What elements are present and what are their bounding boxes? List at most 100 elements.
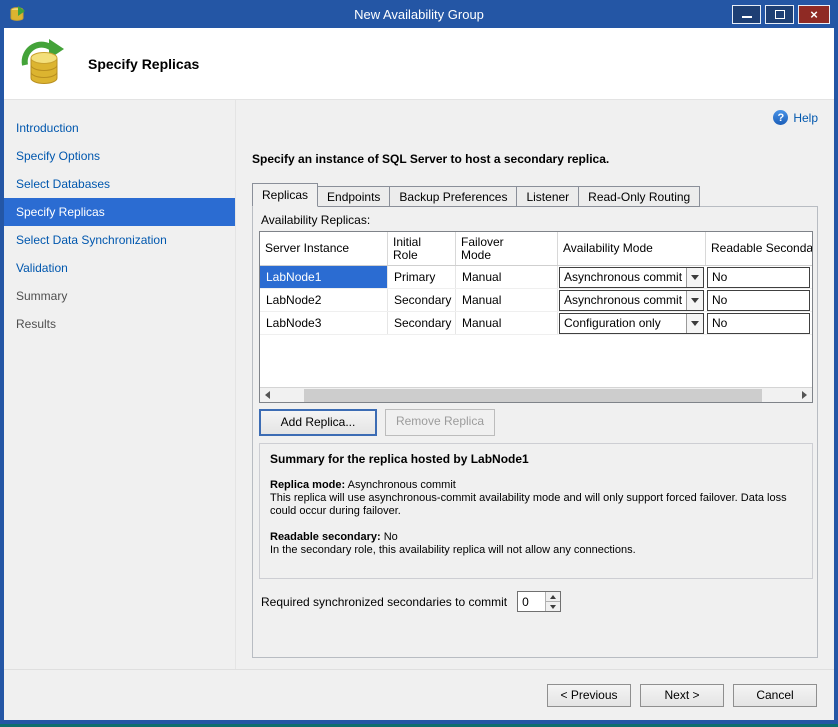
table-header-row: Server Instance Initial Role Failover Mo… bbox=[260, 232, 812, 266]
desktop-background: New Availability Group × Specify Replica… bbox=[0, 0, 838, 727]
column-header-server-instance: Server Instance bbox=[260, 232, 388, 265]
scroll-left-icon[interactable] bbox=[260, 388, 275, 402]
spinner-up-icon[interactable] bbox=[546, 592, 560, 601]
remove-replica-button[interactable]: Remove Replica bbox=[385, 409, 495, 436]
minimize-button[interactable] bbox=[732, 5, 761, 24]
replica-mode-line: Replica mode: Asynchronous commit bbox=[270, 479, 802, 492]
availability-mode-dropdown[interactable]: Configuration only bbox=[559, 313, 704, 334]
required-secondaries-label: Required synchronized secondaries to com… bbox=[261, 595, 507, 609]
help-icon: ? bbox=[773, 110, 788, 125]
close-button[interactable]: × bbox=[798, 5, 830, 24]
required-secondaries-row: Required synchronized secondaries to com… bbox=[261, 591, 561, 612]
column-label: Server Instance bbox=[265, 242, 349, 255]
cell-failover-mode: Manual bbox=[456, 266, 558, 288]
dropdown-value: No bbox=[708, 268, 809, 287]
sidebar-item-introduction[interactable]: Introduction bbox=[4, 114, 235, 142]
instruction-text: Specify an instance of SQL Server to hos… bbox=[252, 152, 609, 166]
maximize-button[interactable] bbox=[765, 5, 794, 24]
readable-secondary-line: Readable secondary: No bbox=[270, 531, 802, 544]
spinner-buttons bbox=[545, 592, 560, 611]
availability-replicas-label: Availability Replicas: bbox=[261, 213, 370, 227]
window-controls: × bbox=[732, 5, 830, 24]
table-row[interactable]: LabNode2 Secondary Manual Asynchronous c… bbox=[260, 289, 812, 312]
replica-mode-description: This replica will use asynchronous-commi… bbox=[270, 492, 802, 518]
cell-readable-secondary: No bbox=[706, 312, 812, 334]
availability-mode-dropdown[interactable]: Asynchronous commit bbox=[559, 267, 704, 288]
sidebar-item-select-data-synchronization[interactable]: Select Data Synchronization bbox=[4, 226, 235, 254]
content-area: Introduction Specify Options Select Data… bbox=[4, 100, 834, 669]
help-link[interactable]: ? Help bbox=[773, 110, 818, 125]
chevron-down-icon[interactable] bbox=[686, 268, 703, 287]
database-refresh-icon bbox=[18, 38, 68, 88]
spinner-down-icon[interactable] bbox=[546, 601, 560, 611]
cancel-button[interactable]: Cancel bbox=[733, 684, 817, 707]
cell-initial-role: Primary bbox=[388, 266, 456, 288]
main-panel: ? Help Specify an instance of SQL Server… bbox=[236, 100, 834, 669]
page-title: Specify Replicas bbox=[88, 56, 199, 72]
cell-failover-mode: Manual bbox=[456, 312, 558, 334]
table-row[interactable]: LabNode3 Secondary Manual Configuration … bbox=[260, 312, 812, 335]
tab-backup-preferences[interactable]: Backup Preferences bbox=[389, 186, 517, 207]
tab-strip: Replicas Endpoints Backup Preferences Li… bbox=[252, 183, 700, 207]
column-header-failover-mode: Failover Mode bbox=[456, 232, 558, 265]
required-secondaries-input[interactable] bbox=[518, 592, 545, 611]
wizard-header: Specify Replicas bbox=[4, 28, 834, 100]
tab-replicas[interactable]: Replicas bbox=[252, 183, 318, 207]
replicas-table: Server Instance Initial Role Failover Mo… bbox=[259, 231, 813, 403]
chevron-down-icon[interactable] bbox=[686, 314, 703, 333]
app-icon bbox=[8, 5, 26, 23]
required-secondaries-spinner bbox=[517, 591, 561, 612]
sidebar-item-select-databases[interactable]: Select Databases bbox=[4, 170, 235, 198]
replica-summary-box: Summary for the replica hosted by LabNod… bbox=[259, 443, 813, 579]
horizontal-scrollbar[interactable] bbox=[260, 387, 812, 402]
sidebar-item-specify-replicas[interactable]: Specify Replicas bbox=[4, 198, 235, 226]
column-header-initial-role: Initial Role bbox=[388, 232, 456, 265]
cell-availability-mode: Asynchronous commit bbox=[558, 289, 706, 311]
sidebar: Introduction Specify Options Select Data… bbox=[4, 100, 236, 669]
column-label: Initial Role bbox=[393, 236, 445, 262]
add-replica-button[interactable]: Add Replica... bbox=[259, 409, 377, 436]
scroll-right-icon[interactable] bbox=[797, 388, 812, 402]
window-body: Specify Replicas Introduction Specify Op… bbox=[4, 28, 834, 720]
chevron-down-icon[interactable] bbox=[686, 291, 703, 310]
next-button[interactable]: Next > bbox=[640, 684, 724, 707]
dropdown-value: Asynchronous commit bbox=[560, 268, 686, 287]
window-title: New Availability Group bbox=[0, 7, 838, 22]
cell-server-instance[interactable]: LabNode2 bbox=[260, 289, 388, 311]
column-label: Availability Mode bbox=[563, 242, 653, 255]
column-label: Failover Mode bbox=[461, 236, 513, 262]
scrollbar-thumb[interactable] bbox=[304, 389, 762, 402]
column-label: Readable Secondary bbox=[711, 242, 812, 255]
tab-read-only-routing[interactable]: Read-Only Routing bbox=[578, 186, 700, 207]
cell-availability-mode: Configuration only bbox=[558, 312, 706, 334]
dropdown-value: Configuration only bbox=[560, 314, 686, 333]
sidebar-item-specify-options[interactable]: Specify Options bbox=[4, 142, 235, 170]
tab-endpoints[interactable]: Endpoints bbox=[317, 186, 390, 207]
cell-initial-role: Secondary bbox=[388, 312, 456, 334]
table-row[interactable]: LabNode1 Primary Manual Asynchronous com… bbox=[260, 266, 812, 289]
cell-server-instance[interactable]: LabNode1 bbox=[260, 266, 388, 288]
window: New Availability Group × Specify Replica… bbox=[0, 0, 838, 724]
dropdown-value: No bbox=[708, 291, 809, 310]
cell-readable-secondary: No bbox=[706, 289, 812, 311]
summary-title: Summary for the replica hosted by LabNod… bbox=[270, 452, 802, 466]
readable-secondary-label: Readable secondary: bbox=[270, 531, 381, 543]
previous-button[interactable]: < Previous bbox=[547, 684, 631, 707]
readable-secondary-dropdown[interactable]: No bbox=[707, 313, 810, 334]
titlebar[interactable]: New Availability Group × bbox=[0, 0, 838, 28]
readable-secondary-dropdown[interactable]: No bbox=[707, 290, 810, 311]
dropdown-value: Asynchronous commit bbox=[560, 291, 686, 310]
help-label: Help bbox=[793, 111, 818, 125]
maximize-icon bbox=[775, 10, 785, 19]
tab-listener[interactable]: Listener bbox=[516, 186, 579, 207]
cell-server-instance[interactable]: LabNode3 bbox=[260, 312, 388, 334]
sidebar-item-validation[interactable]: Validation bbox=[4, 254, 235, 282]
cell-availability-mode: Asynchronous commit bbox=[558, 266, 706, 288]
table-empty-area bbox=[260, 335, 812, 387]
cell-readable-secondary: No bbox=[706, 266, 812, 288]
sidebar-item-results: Results bbox=[4, 310, 235, 338]
footer-bar: < Previous Next > Cancel bbox=[4, 669, 834, 720]
readable-secondary-dropdown[interactable]: No bbox=[707, 267, 810, 288]
availability-mode-dropdown[interactable]: Asynchronous commit bbox=[559, 290, 704, 311]
column-header-availability-mode: Availability Mode bbox=[558, 232, 706, 265]
